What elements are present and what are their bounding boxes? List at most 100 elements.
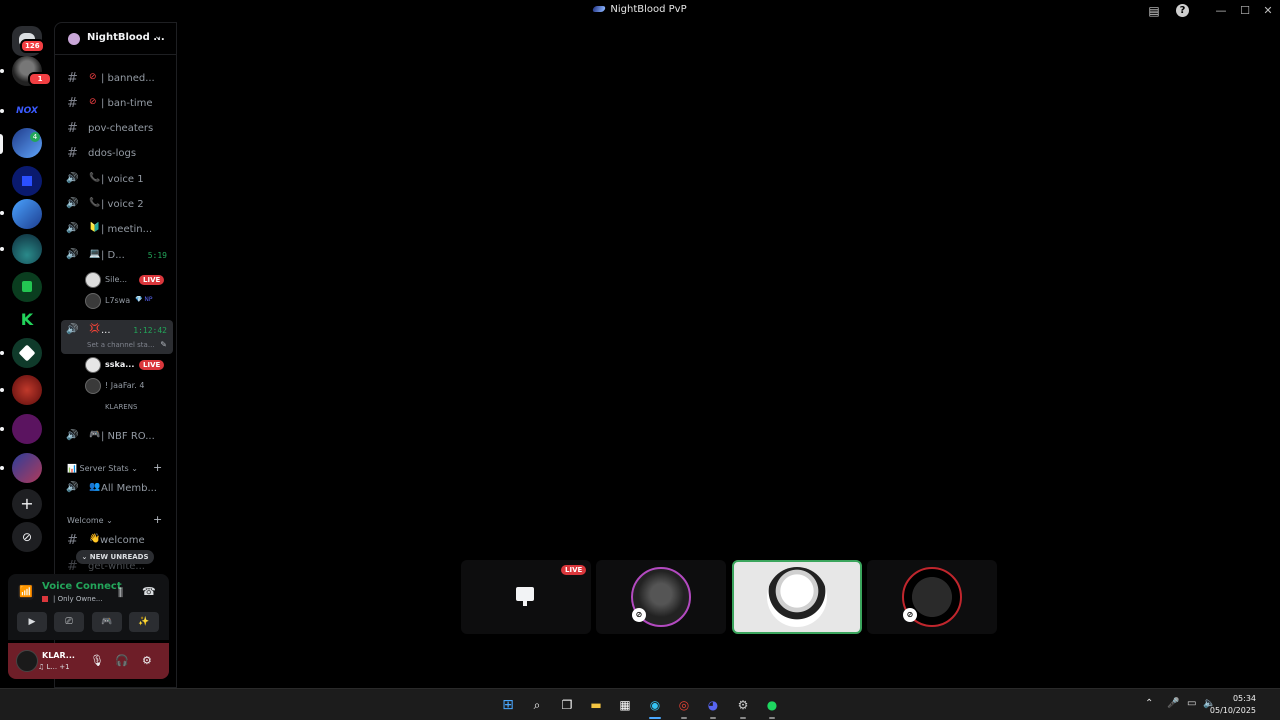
- noise-suppression-icon[interactable]: ⫼: [118, 586, 123, 600]
- server-icon-8[interactable]: [12, 272, 42, 302]
- wave-icon: 👋: [89, 534, 101, 544]
- channel-ddos-logs[interactable]: # ddos-logs: [61, 143, 173, 165]
- signal-icon[interactable]: 📶: [18, 584, 34, 600]
- close-button[interactable]: ✕: [1256, 2, 1280, 20]
- server-logo-icon: [592, 6, 607, 12]
- edge-icon[interactable]: ◉: [645, 695, 665, 715]
- search-icon[interactable]: ⌕: [527, 695, 547, 715]
- server-icon-11[interactable]: [12, 375, 42, 405]
- add-channel-button[interactable]: +: [153, 461, 162, 474]
- discord-icon[interactable]: ◕: [703, 695, 723, 715]
- hash-icon: #: [67, 559, 78, 574]
- channel-welcome[interactable]: # 👋 welcome: [61, 530, 173, 552]
- server-icon-kick[interactable]: K: [12, 305, 42, 335]
- server-icon-7[interactable]: [12, 234, 42, 264]
- voice-connected-panel: 📶 Voice Connect | Only Owne... ⫼ ☎ ▶ ⎚ 🎮…: [8, 574, 169, 640]
- microphone-icon[interactable]: 🎙: [90, 654, 104, 667]
- channel-status[interactable]: Set a channel sta...: [87, 341, 155, 349]
- task-view-icon[interactable]: ❐: [557, 695, 577, 715]
- new-unreads-label: NEW UNREADS: [89, 553, 149, 561]
- chevron-down-icon: ⌄: [154, 31, 163, 42]
- soundboard-button[interactable]: ✨: [129, 612, 159, 632]
- server-glyph-icon: [22, 281, 32, 292]
- channel-ban-time[interactable]: # ⊘ | ban-time: [61, 93, 173, 115]
- spotify-icon[interactable]: ●: [762, 695, 782, 715]
- channel-pov-cheaters[interactable]: # pov-cheaters: [61, 118, 173, 140]
- title-bar: NightBlood PvP ▤ ? — ☐ ✕: [0, 0, 1280, 22]
- system-clock[interactable]: 05:34 05/10/2025: [1210, 693, 1256, 717]
- voice-user[interactable]: ! JaaFar. 4: [85, 376, 175, 396]
- channel-voice-1[interactable]: 🔊 📞 | voice 1: [61, 169, 173, 191]
- voice-user[interactable]: Sile... LIVE: [85, 270, 175, 290]
- channel-label: | NBF RO...: [101, 431, 155, 442]
- voice-user-name: KLARENS: [105, 403, 138, 411]
- hash-icon: #: [67, 146, 78, 161]
- beginner-icon: 🔰: [89, 223, 101, 233]
- maximize-button[interactable]: ☐: [1233, 2, 1257, 20]
- participant-tile-selected[interactable]: [732, 560, 862, 634]
- inbox-icon[interactable]: ▤: [1146, 3, 1162, 19]
- channel-label: | voice 2: [101, 199, 144, 210]
- category-welcome[interactable]: Welcome ⌄: [67, 516, 113, 525]
- add-channel-button[interactable]: +: [153, 513, 162, 526]
- speaker-active-icon: 🔊: [66, 324, 79, 335]
- chrome-icon[interactable]: ◎: [674, 695, 694, 715]
- channel-d[interactable]: 🔊 💻 | D... 5:19: [61, 245, 173, 267]
- channel-meeting[interactable]: 🔊 🔰 | meetin...: [61, 219, 173, 241]
- channel-label: pov-cheaters: [88, 123, 154, 134]
- unread-indicator: [0, 351, 4, 355]
- help-icon[interactable]: ?: [1176, 4, 1189, 17]
- unread-indicator: [0, 388, 4, 392]
- participant-tile[interactable]: ⊘: [867, 560, 997, 634]
- channel-voice-2[interactable]: 🔊 📞 | voice 2: [61, 194, 173, 216]
- unread-indicator: [0, 211, 4, 215]
- user-avatar[interactable]: [16, 650, 38, 672]
- avatar: [85, 378, 101, 394]
- start-windows-icon[interactable]: ⊞: [498, 695, 518, 715]
- server-icon-6[interactable]: [12, 199, 42, 229]
- channel-all-members[interactable]: 🔊 👥 All Memb...: [61, 478, 173, 500]
- minimize-button[interactable]: —: [1209, 2, 1233, 20]
- server-icon-nox[interactable]: NOX: [12, 96, 42, 126]
- headset-icon[interactable]: 🎧: [115, 654, 129, 667]
- user-status: ♫ L... +1: [38, 663, 70, 671]
- channel-label: ddos-logs: [88, 148, 137, 159]
- channel-nbf-ro[interactable]: 🔊 🎮 | NBF RO...: [61, 426, 173, 448]
- voice-user[interactable]: L7swa 💎 NP: [85, 291, 175, 311]
- running-app-indicator: [681, 717, 687, 719]
- category-server-stats[interactable]: 📊 Server Stats ⌄: [67, 464, 138, 473]
- server-header[interactable]: NightBlood ... ⌄: [55, 23, 176, 55]
- channel-banned[interactable]: # ⊘ | banned...: [61, 68, 173, 90]
- voice-user[interactable]: sska... LIVE: [85, 355, 175, 375]
- channel-label: | banned...: [101, 73, 155, 84]
- active-app-indicator: [649, 717, 661, 719]
- participant-tile[interactable]: ⊘: [596, 560, 726, 634]
- channel-label: ...: [101, 325, 111, 336]
- voice-stage: LIVE ⊘ ⊘: [178, 22, 1280, 688]
- add-server-button[interactable]: +: [12, 489, 42, 519]
- camera-off-button[interactable]: ▶: [17, 612, 47, 632]
- server-icon-12[interactable]: [12, 414, 42, 444]
- server-icon-10[interactable]: [12, 338, 42, 368]
- disconnect-icon[interactable]: ☎: [142, 585, 156, 598]
- tray-overflow-icon[interactable]: ⌃: [1145, 698, 1153, 709]
- voice-user-name: ! JaaFar. 4: [105, 381, 145, 390]
- network-icon[interactable]: ▭: [1187, 698, 1196, 709]
- stream-tile[interactable]: LIVE: [461, 560, 591, 634]
- app-icon[interactable]: ⚙: [733, 695, 753, 715]
- voice-channel-name[interactable]: | Only Owne...: [42, 595, 103, 603]
- settings-gear-icon[interactable]: ⚙: [142, 654, 152, 667]
- server-icon-5[interactable]: [12, 166, 42, 196]
- explore-servers-button[interactable]: ⊘: [12, 522, 42, 552]
- server-icon-13[interactable]: [12, 453, 42, 483]
- pencil-icon[interactable]: ✎: [160, 340, 167, 349]
- channel-selected-voice[interactable]: 🔊 💢 ... 1:12:42 Set a channel sta... ✎: [61, 320, 173, 354]
- activities-button[interactable]: 🎮: [92, 612, 122, 632]
- microphone-tray-icon[interactable]: 🎤: [1167, 698, 1179, 709]
- file-explorer-icon[interactable]: ▬: [586, 695, 606, 715]
- user-panel: KLAR... ♫ L... +1 🎙 🎧 ⚙: [8, 643, 169, 679]
- store-icon[interactable]: ▦: [615, 695, 635, 715]
- share-screen-button[interactable]: ⎚: [54, 612, 84, 632]
- voice-user[interactable]: KLARENS: [85, 398, 175, 418]
- new-unreads-pill[interactable]: ⌄ NEW UNREADS: [76, 550, 154, 564]
